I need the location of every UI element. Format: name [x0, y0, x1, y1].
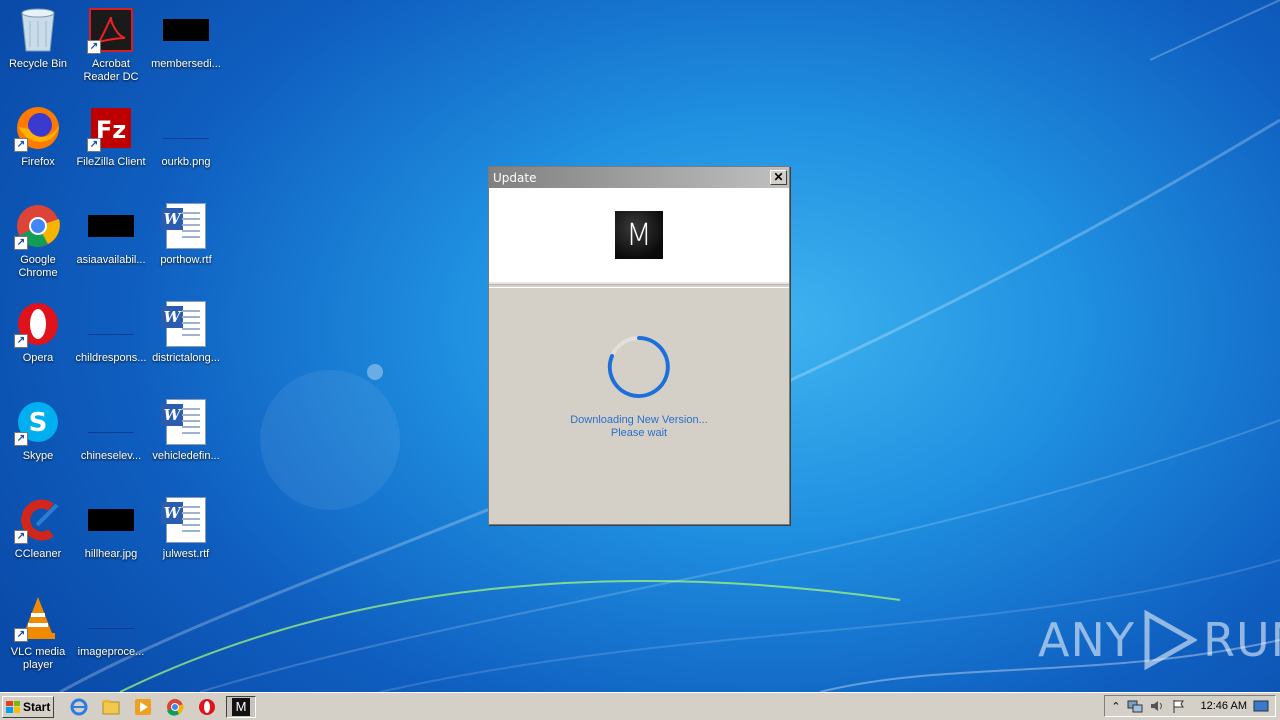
- app-taskbar-icon: M: [232, 697, 250, 716]
- desktop-icon-label: FileZilla Client: [76, 156, 146, 168]
- chrome-taskbar-icon[interactable]: [164, 697, 186, 717]
- close-button[interactable]: ✕: [770, 170, 787, 185]
- taskbar: Start M ⌃ 12:46 AM: [0, 692, 1280, 720]
- word-document-icon: W: [161, 399, 206, 445]
- word-document-icon: W: [161, 203, 206, 249]
- desktop-icon-label: districtalong...: [152, 352, 220, 364]
- desktop-icon-label: childrespons...: [75, 352, 147, 364]
- shortcut-arrow-icon: ↗: [14, 138, 28, 152]
- loading-spinner-icon: [607, 336, 670, 398]
- desktop-icon-label: Opera: [22, 352, 54, 364]
- desktop-icon-label: ourkb.png: [161, 156, 211, 168]
- play-triangle-icon: [1144, 610, 1197, 670]
- status-message: Downloading New Version...: [570, 414, 708, 426]
- desktop-icon-file[interactable]: hillhear.jpg: [73, 496, 149, 584]
- windows-logo-icon: [6, 700, 20, 713]
- shortcut-arrow-icon: ↗: [14, 236, 28, 250]
- start-label: Start: [23, 699, 51, 714]
- desktop-icon-label: julwest.rtf: [162, 548, 210, 560]
- svg-text:S: S: [29, 408, 48, 438]
- image-thumbnail: [163, 19, 209, 41]
- app-logo: M: [615, 211, 663, 259]
- desktop-icon-label: chineselev...: [80, 450, 142, 462]
- image-thumbnail: [88, 509, 134, 531]
- clock[interactable]: 12:46 AM: [1201, 700, 1247, 712]
- desktop-icon-label: Google Chrome: [18, 254, 58, 279]
- desktop-icon-label: VLC media player: [10, 646, 66, 671]
- desktop-icon-acrobat[interactable]: ↗ Acrobat Reader DC: [73, 6, 149, 94]
- shortcut-arrow-icon: ↗: [14, 432, 28, 446]
- image-thumbnail: [88, 215, 134, 237]
- desktop-icon-label: Skype: [22, 450, 54, 462]
- watermark-right: RUN: [1202, 613, 1280, 667]
- desktop-icon-rtf-file[interactable]: W districtalong...: [148, 300, 224, 388]
- image-thumbnail: [88, 607, 134, 629]
- desktop-icon-rtf-file[interactable]: W vehicledefin...: [148, 398, 224, 486]
- desktop-icon-google-chrome[interactable]: ↗ Google Chrome: [0, 202, 76, 290]
- word-document-icon: W: [161, 497, 206, 543]
- network-icon[interactable]: [1127, 699, 1143, 713]
- taskbar-task-update[interactable]: M: [226, 695, 256, 718]
- action-center-flag-icon[interactable]: [1171, 699, 1187, 713]
- image-thumbnail: [163, 117, 209, 139]
- status-submessage: Please wait: [610, 427, 668, 439]
- image-thumbnail: [88, 411, 134, 433]
- desktop-icon-label: membersedi...: [151, 58, 221, 70]
- recycle-bin-icon: [21, 8, 55, 52]
- show-hidden-icons-icon[interactable]: ⌃: [1111, 700, 1120, 713]
- show-desktop-icon[interactable]: [1253, 699, 1269, 713]
- desktop-icon-opera[interactable]: ↗ Opera: [0, 300, 76, 388]
- quick-launch: [68, 697, 218, 717]
- desktop-icon-file[interactable]: childrespons...: [73, 300, 149, 388]
- file-explorer-icon[interactable]: [100, 697, 122, 717]
- desktop-icon-file[interactable]: asiaavailabil...: [73, 202, 149, 290]
- desktop-icon-file[interactable]: chineselev...: [73, 398, 149, 486]
- shortcut-arrow-icon: ↗: [87, 40, 101, 54]
- watermark-left: ANY: [1038, 613, 1135, 667]
- volume-icon[interactable]: [1149, 699, 1165, 713]
- system-tray: ⌃ 12:46 AM: [1104, 695, 1276, 717]
- desktop-icon-label: porthow.rtf: [160, 254, 212, 266]
- desktop-icon-ccleaner[interactable]: ↗ CCleaner: [0, 496, 76, 584]
- shortcut-arrow-icon: ↗: [14, 628, 28, 642]
- desktop-icon-file[interactable]: ourkb.png: [148, 104, 224, 192]
- dialog-body: Downloading New Version... Please wait: [489, 288, 789, 440]
- desktop-icon-filezilla[interactable]: Fz ↗ FileZilla Client: [73, 104, 149, 192]
- desktop-icon-firefox[interactable]: ↗ Firefox: [0, 104, 76, 192]
- desktop-icon-rtf-file[interactable]: W porthow.rtf: [148, 202, 224, 290]
- anyrun-watermark: ANY RUN: [1038, 610, 1280, 670]
- desktop-icon-label: hillhear.jpg: [84, 548, 138, 560]
- desktop-icon-label: asiaavailabil...: [76, 254, 146, 266]
- desktop-icon-file[interactable]: membersedi...: [148, 6, 224, 94]
- start-button[interactable]: Start: [2, 695, 54, 718]
- desktop-icon-file[interactable]: imageproce...: [73, 594, 149, 682]
- dialog-titlebar[interactable]: Update ✕: [489, 167, 789, 188]
- dialog-banner: M: [489, 188, 789, 284]
- desktop-icon-recycle-bin[interactable]: Recycle Bin: [0, 6, 76, 94]
- image-thumbnail: [88, 313, 134, 335]
- desktop-icon-label: vehicledefin...: [152, 450, 220, 462]
- internet-explorer-icon[interactable]: [68, 697, 90, 717]
- desktop-icon-rtf-file[interactable]: W julwest.rtf: [148, 496, 224, 584]
- shortcut-arrow-icon: ↗: [87, 138, 101, 152]
- shortcut-arrow-icon: ↗: [14, 530, 28, 544]
- desktop-icon-label: Recycle Bin: [8, 58, 68, 70]
- desktop-icon-label: Acrobat Reader DC: [83, 58, 139, 83]
- desktop-icon-label: CCleaner: [14, 548, 62, 560]
- word-document-icon: W: [161, 301, 206, 347]
- desktop-icon-label: imageproce...: [77, 646, 145, 658]
- opera-taskbar-icon[interactable]: [196, 697, 218, 717]
- update-dialog: Update ✕ M Downloading New Version... Pl…: [488, 166, 790, 525]
- dialog-title: Update: [493, 170, 537, 185]
- desktop-icon-vlc[interactable]: ↗ VLC media player: [0, 594, 76, 682]
- desktop-icon-skype[interactable]: S ↗ Skype: [0, 398, 76, 486]
- shortcut-arrow-icon: ↗: [14, 334, 28, 348]
- desktop-icon-label: Firefox: [21, 156, 55, 168]
- media-player-icon[interactable]: [132, 697, 154, 717]
